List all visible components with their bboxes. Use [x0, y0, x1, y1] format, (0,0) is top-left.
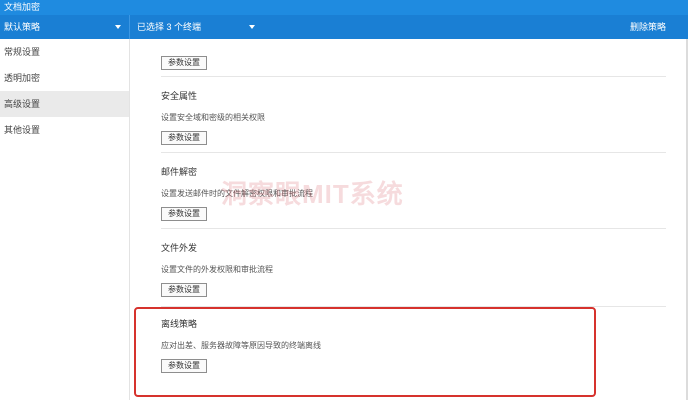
sidebar: 常规设置 透明加密 高级设置 其他设置	[0, 39, 130, 400]
section-security-attributes: 安全属性 设置安全域和密级的相关权限 参数设置	[161, 89, 666, 145]
sidebar-item-other[interactable]: 其他设置	[0, 117, 129, 143]
section-title: 离线策略	[161, 319, 198, 329]
param-settings-button[interactable]: 参数设置	[161, 131, 207, 145]
section-title: 文件外发	[161, 243, 198, 253]
section-title: 安全属性	[161, 91, 198, 101]
param-settings-button[interactable]: 参数设置	[161, 283, 207, 297]
chevron-down-icon	[249, 25, 255, 29]
section-file-outgoing: 文件外发 设置文件的外发权限和审批流程 参数设置	[161, 241, 666, 297]
section-description: 设置文件的外发权限和审批流程	[161, 265, 273, 274]
divider	[161, 76, 666, 77]
watermark: 洞察眼MIT系统	[221, 179, 404, 209]
sidebar-item-advanced[interactable]: 高级设置	[0, 91, 129, 117]
sidebar-item-transparent-encryption[interactable]: 透明加密	[0, 65, 129, 91]
sidebar-item-general[interactable]: 常规设置	[0, 39, 129, 65]
chevron-down-icon	[115, 25, 121, 29]
section-offline-policy: 离线策略 应对出差、服务器故障等原因导致的终端离线 参数设置	[161, 317, 666, 373]
param-settings-button[interactable]: 参数设置	[161, 207, 207, 221]
divider	[161, 228, 666, 229]
policy-select[interactable]: 默认策略	[0, 15, 130, 39]
param-settings-button[interactable]: 参数设置	[161, 359, 207, 373]
window-title: 文档加密	[0, 0, 688, 15]
settings-content: 参数设置 安全属性 设置安全域和密级的相关权限 参数设置 邮件解密 设置发送邮件…	[131, 39, 688, 400]
toolbar: 默认策略 已选择 3 个终端 删除策略	[0, 15, 688, 39]
param-settings-button[interactable]: 参数设置	[161, 56, 207, 70]
section-description: 设置安全域和密级的相关权限	[161, 113, 265, 122]
policy-select-label: 默认策略	[4, 22, 41, 32]
section-partial: 参数设置	[161, 52, 666, 70]
section-description: 应对出差、服务器故障等原因导致的终端离线	[161, 341, 321, 350]
divider	[161, 152, 666, 153]
terminal-select[interactable]: 已选择 3 个终端	[131, 15, 263, 39]
delete-policy-button[interactable]: 删除策略	[630, 15, 666, 39]
terminal-select-label: 已选择 3 个终端	[137, 22, 202, 32]
